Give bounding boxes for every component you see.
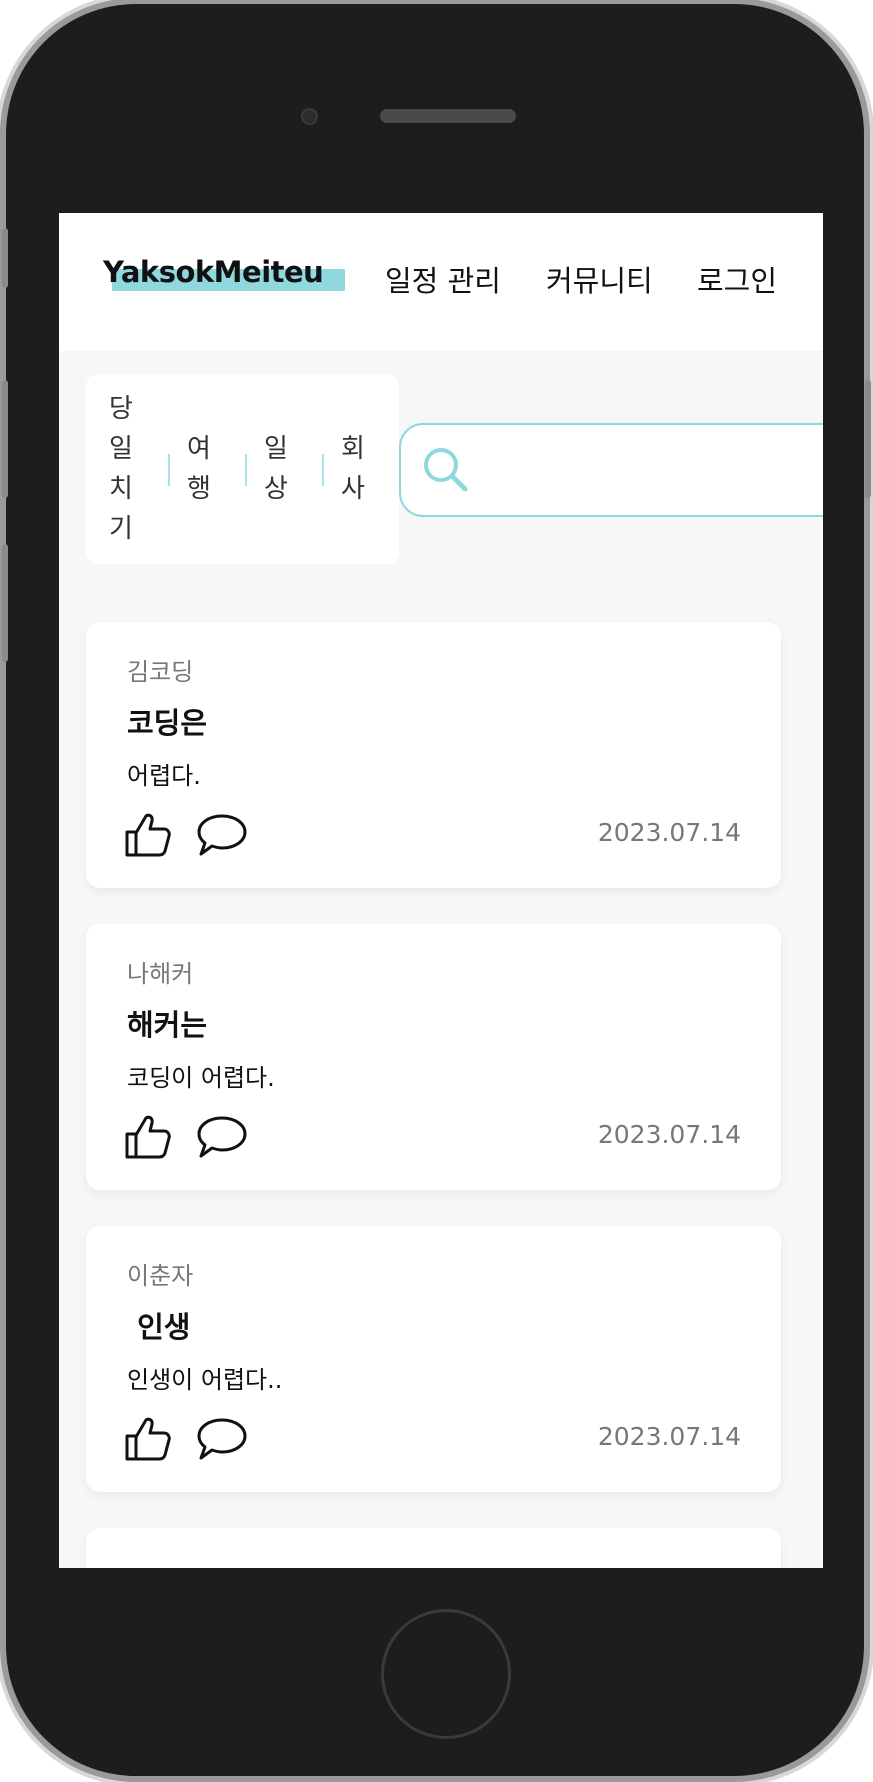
mute-switch: [2, 228, 8, 288]
post-body: 인생이 어렵다..: [127, 1366, 283, 1394]
volume-up-button: [2, 380, 8, 498]
comment-icon[interactable]: [196, 1114, 248, 1160]
comment-icon[interactable]: [196, 812, 248, 858]
logo[interactable]: YaksokMeiteu: [103, 255, 324, 289]
category-char: 당: [109, 394, 133, 424]
post-card[interactable]: 나해커 해커는 코딩이 어렵다. 2023.07.14: [86, 924, 781, 1190]
post-body: 코딩이 어렵다.: [127, 1064, 275, 1092]
header: YaksokMeiteu 일정 관리 커뮤니티 로그인: [59, 213, 823, 351]
search-bar[interactable]: [399, 423, 823, 517]
nav-login[interactable]: 로그인: [697, 258, 777, 300]
power-button: [865, 380, 871, 498]
thumbs-up-icon[interactable]: [124, 1416, 172, 1462]
post-card[interactable]: 이춘자 인생 인생이 어렵다.. 2023.07.14: [86, 1226, 781, 1492]
category-char: 사: [341, 474, 365, 504]
post-date: 2023.07.14: [597, 818, 741, 847]
category-char: 여: [187, 434, 211, 464]
category-char: 상: [264, 474, 288, 504]
category-char: 기: [109, 514, 133, 544]
search-input[interactable]: [481, 435, 823, 505]
home-button[interactable]: [381, 1609, 511, 1739]
divider: [168, 454, 170, 486]
post-author: 이춘자: [127, 1262, 194, 1290]
category-char: 일: [264, 434, 288, 464]
category-char: 치: [109, 474, 133, 504]
post-author: 김코딩: [127, 658, 194, 686]
nav-community[interactable]: 커뮤니티: [546, 258, 653, 300]
post-date: 2023.07.14: [597, 1422, 741, 1451]
thumbs-up-icon[interactable]: [124, 812, 172, 858]
volume-down-button: [2, 544, 8, 662]
thumbs-up-icon[interactable]: [124, 1114, 172, 1160]
earpiece-speaker: [380, 109, 516, 123]
post-title: 코딩은: [127, 706, 208, 740]
post-author: 나해커: [127, 960, 194, 988]
category-char: 행: [187, 474, 211, 504]
search-icon: [424, 448, 468, 492]
category-box: 당 일 치 기 여 행 일 상 회 사: [86, 374, 399, 564]
app-screen: YaksokMeiteu 일정 관리 커뮤니티 로그인 당 일 치 기 여 행 …: [59, 213, 823, 1568]
comment-icon[interactable]: [196, 1416, 248, 1462]
category-char: 회: [341, 434, 365, 464]
nav-schedule[interactable]: 일정 관리: [385, 258, 501, 300]
divider: [322, 454, 324, 486]
post-date: 2023.07.14: [597, 1120, 741, 1149]
category-char: 일: [109, 434, 133, 464]
post-title: 인생: [127, 1310, 191, 1344]
front-camera: [301, 108, 318, 125]
post-card[interactable]: 김코딩 코딩은 어렵다. 2023.07.14: [86, 622, 781, 888]
post-title: 해커는: [127, 1008, 208, 1042]
post-body: 어렵다.: [127, 762, 201, 790]
divider: [245, 454, 247, 486]
post-card[interactable]: [86, 1528, 781, 1568]
